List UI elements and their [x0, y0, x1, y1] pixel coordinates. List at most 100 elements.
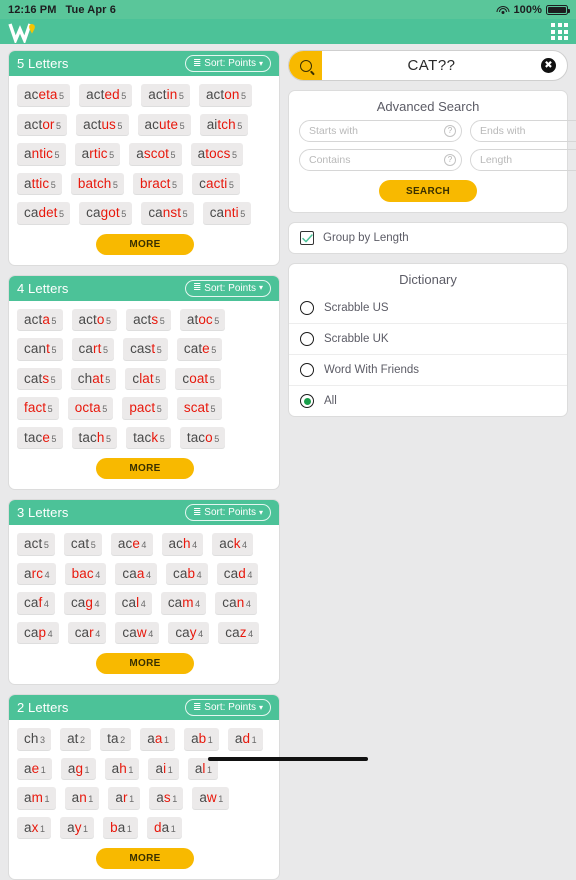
word-tile[interactable]: ac h 4 — [161, 533, 204, 555]
word-tile[interactable]: tac h 5 — [71, 426, 118, 449]
word-tile[interactable]: ca r 4 — [67, 621, 107, 644]
word-tile[interactable]: an1 — [64, 787, 100, 809]
grid-apps-icon[interactable] — [551, 23, 568, 40]
word-tile[interactable]: ca got 5 — [79, 202, 133, 224]
radio-icon[interactable] — [300, 394, 314, 408]
word-tile[interactable]: ca f 4 — [17, 592, 55, 614]
search-submit-button[interactable] — [289, 51, 322, 80]
word-tile[interactable]: ai tch 5 — [199, 113, 249, 136]
word-tile[interactable]: octa 5 — [67, 397, 114, 419]
check-icon[interactable] — [300, 231, 314, 245]
word-tile[interactable]: ta 2 — [100, 728, 132, 750]
word-tile[interactable]: c acti 5 — [192, 172, 241, 195]
more-button[interactable]: MORE — [96, 233, 194, 255]
word-tile[interactable]: batch 5 — [70, 172, 125, 195]
word-tile[interactable]: cat s 5 — [17, 367, 62, 390]
sort-button[interactable]: ≣ Sort: Points ▾ — [184, 699, 271, 717]
word-tile[interactable]: ae1 — [17, 757, 52, 780]
word-tile[interactable]: ba1 — [103, 816, 138, 839]
word-tile[interactable]: ab1 — [184, 728, 219, 750]
clear-search-button[interactable]: ✖ — [541, 58, 556, 73]
dictionary-option-word-with-friends[interactable]: Word With Friends — [289, 354, 567, 385]
word-tile[interactable]: a ntic 5 — [17, 143, 66, 165]
word-tile[interactable]: ca nst 5 — [141, 202, 194, 224]
word-tile[interactable]: ca w 4 — [115, 621, 160, 644]
word-tile[interactable]: act or 5 — [17, 113, 68, 136]
word-tile[interactable]: ah1 — [104, 757, 140, 780]
word-tile[interactable]: tac e 5 — [17, 426, 63, 449]
dictionary-option-scrabble-uk[interactable]: Scrabble UK — [289, 323, 567, 354]
word-tile[interactable]: act us 5 — [76, 113, 129, 136]
word-tile[interactable]: ca n 4 — [215, 592, 257, 614]
word-tile[interactable]: ai1 — [148, 757, 179, 780]
word-tile[interactable]: at oc 5 — [179, 308, 226, 331]
search-input[interactable] — [322, 57, 541, 74]
radio-icon[interactable] — [300, 301, 314, 315]
word-tile[interactable]: da1 — [146, 816, 182, 839]
word-tile[interactable]: ca p 4 — [17, 621, 59, 644]
word-tile[interactable]: ca a 4 — [115, 562, 158, 585]
word-tile[interactable]: aa1 — [140, 728, 176, 750]
word-tile[interactable]: act 5 — [17, 533, 55, 555]
length-input[interactable] — [480, 154, 576, 166]
word-tile[interactable]: ca d 4 — [216, 562, 259, 585]
word-tile[interactable]: ch 3 — [17, 728, 52, 750]
word-tile[interactable]: ca z 4 — [218, 621, 260, 644]
question-mark-icon[interactable]: ? — [444, 125, 456, 137]
starts-with-input[interactable] — [309, 125, 444, 137]
word-tile[interactable]: ca nti 5 — [202, 202, 252, 224]
word-tile[interactable]: a tocs 5 — [190, 143, 244, 165]
word-tile[interactable]: a rc 4 — [17, 562, 56, 585]
word-tile[interactable]: bract 5 — [133, 172, 184, 195]
radio-icon[interactable] — [300, 363, 314, 377]
word-tile[interactable]: ac k 4 — [212, 533, 254, 555]
word-tile[interactable]: act in 5 — [141, 84, 190, 106]
word-tile[interactable]: ca m 4 — [160, 592, 207, 614]
word-tile[interactable]: a scot 5 — [129, 143, 182, 165]
starts-with-field[interactable]: ? — [299, 120, 462, 142]
word-tile[interactable]: can t 5 — [17, 338, 63, 360]
word-tile[interactable]: ag1 — [60, 757, 96, 780]
word-tile[interactable]: a rtic 5 — [74, 143, 121, 165]
ends-with-field[interactable]: ? — [470, 120, 576, 142]
word-tile[interactable]: act ed 5 — [79, 84, 133, 106]
word-tile[interactable]: tac k 5 — [126, 426, 171, 449]
word-tile[interactable]: ca det 5 — [17, 202, 71, 224]
question-mark-icon[interactable]: ? — [444, 154, 456, 166]
word-tile[interactable]: ac e 4 — [110, 533, 153, 555]
group-by-length-panel[interactable]: Group by Length — [288, 222, 568, 254]
word-tile[interactable]: as1 — [149, 787, 184, 809]
w-logo-icon[interactable] — [8, 21, 42, 43]
word-tile[interactable]: a ttic 5 — [17, 172, 62, 195]
word-tile[interactable]: bac 4 — [64, 562, 107, 585]
sort-button[interactable]: ≣ Sort: Points ▾ — [184, 55, 271, 72]
sort-button[interactable]: ≣ Sort: Points ▾ — [184, 504, 271, 522]
contains-input[interactable] — [309, 154, 444, 166]
word-tile[interactable]: scat 5 — [176, 397, 222, 419]
word-tile[interactable]: am1 — [17, 787, 56, 809]
word-tile[interactable]: fact 5 — [17, 397, 59, 419]
word-tile[interactable]: cas t 5 — [123, 338, 168, 360]
more-button[interactable]: MORE — [96, 458, 194, 480]
advanced-search-button[interactable]: SEARCH — [379, 180, 477, 202]
word-tile[interactable]: ca b 4 — [166, 562, 208, 585]
ends-with-input[interactable] — [480, 125, 576, 137]
word-tile[interactable]: ca y 4 — [168, 621, 210, 644]
word-tile[interactable]: ca rt 5 — [71, 338, 115, 360]
word-tile[interactable]: cat e 5 — [176, 338, 223, 360]
dictionary-option-all[interactable]: All — [289, 385, 567, 416]
contains-field[interactable]: ? — [299, 149, 462, 171]
radio-icon[interactable] — [300, 332, 314, 346]
word-tile[interactable]: act s 5 — [126, 308, 171, 331]
length-field[interactable]: ? — [470, 149, 576, 171]
word-tile[interactable]: ca g 4 — [63, 592, 106, 614]
word-tile[interactable]: cat 5 — [63, 533, 102, 555]
more-button[interactable]: MORE — [96, 848, 194, 870]
dictionary-option-scrabble-us[interactable]: Scrabble US — [289, 293, 567, 323]
word-tile[interactable]: ca l 4 — [114, 592, 152, 614]
word-tile[interactable]: c lat 5 — [125, 367, 167, 390]
word-tile[interactable]: act on 5 — [198, 84, 253, 106]
word-tile[interactable]: tac o 5 — [179, 426, 226, 449]
word-tile[interactable]: c oat 5 — [175, 367, 221, 390]
more-button[interactable]: MORE — [96, 653, 194, 675]
